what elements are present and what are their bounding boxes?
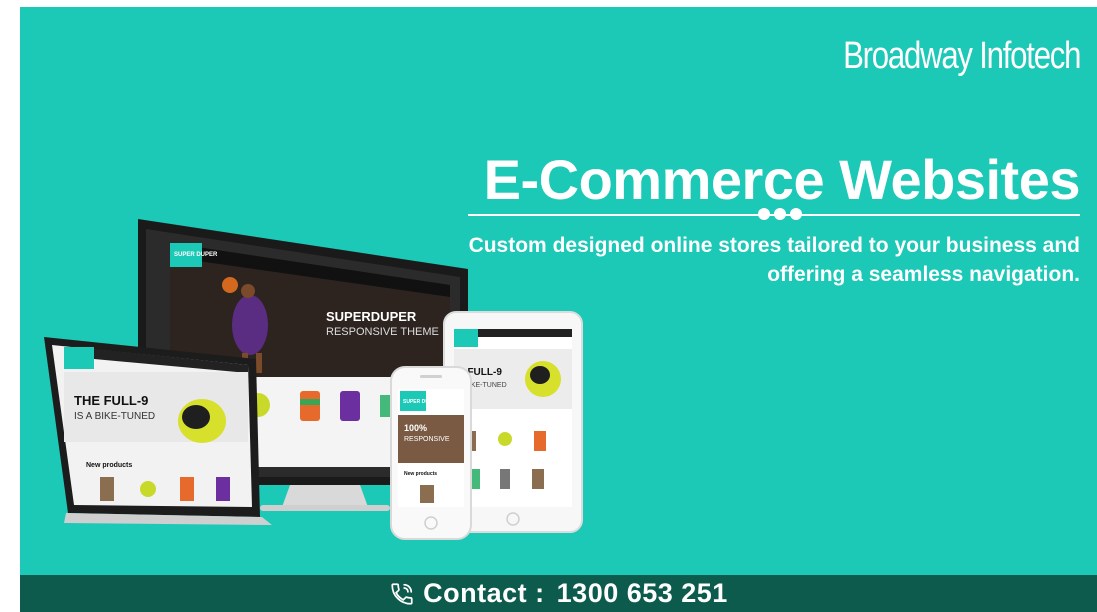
contact-bar: Contact : 1300 653 251 bbox=[20, 575, 1097, 612]
device-mockups: SUPER DUPER SUPERDUPER RESPONSIVE THEME bbox=[44, 219, 583, 540]
desktop-hero-subtitle: RESPONSIVE THEME bbox=[326, 326, 439, 338]
laptop-mockup: THE FULL-9 IS A BIKE-TUNED New products bbox=[44, 337, 272, 525]
contact-phone[interactable]: 1300 653 251 bbox=[557, 578, 728, 609]
laptop-hero-subtitle: IS A BIKE-TUNED bbox=[74, 411, 155, 422]
desktop-logo-text: SUPER DUPER bbox=[174, 252, 218, 258]
desktop-hero-title: SUPERDUPER bbox=[326, 309, 417, 324]
laptop-hero-title: THE FULL-9 bbox=[74, 393, 148, 408]
contact-label: Contact : bbox=[423, 578, 545, 608]
phone-section-title: New products bbox=[404, 471, 437, 477]
phone-mockup: SUPER DUPER 100% RESPONSIVE New products bbox=[390, 366, 472, 540]
hero-banner: Broadway Infotech E-Commerce Websites Cu… bbox=[20, 7, 1097, 575]
phone-logo-text: SUPER DUPER bbox=[403, 399, 440, 405]
laptop-section-title: New products bbox=[86, 462, 132, 469]
phone-hero-title: 100% bbox=[404, 423, 427, 433]
phone-hero-subtitle: RESPONSIVE bbox=[404, 436, 450, 443]
phone-icon bbox=[391, 582, 413, 605]
